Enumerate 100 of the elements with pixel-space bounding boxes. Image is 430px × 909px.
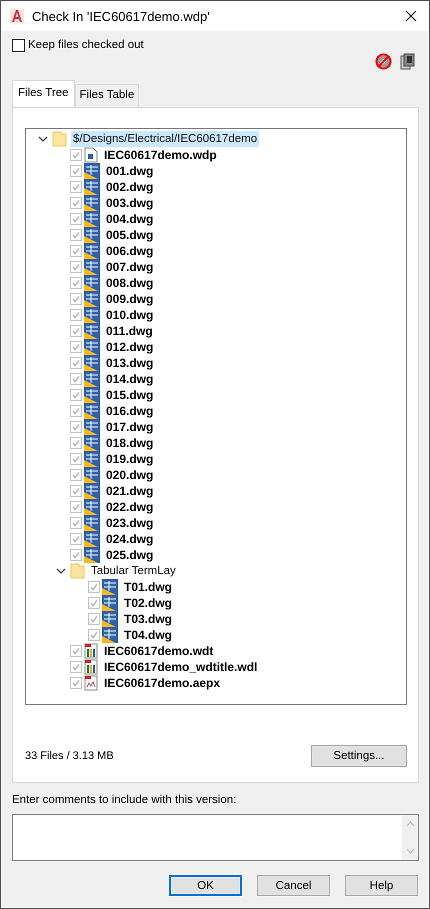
drawing-file-icon [102, 595, 118, 611]
tree-item[interactable]: 009.dwg [104, 291, 156, 307]
checkbox[interactable] [88, 629, 100, 641]
dialog-button[interactable]: Cancel [257, 875, 330, 896]
project-file-icon [84, 147, 98, 163]
tree-item[interactable]: 016.dwg [104, 403, 156, 419]
tree-item[interactable]: 008.dwg [104, 275, 156, 291]
checkbox[interactable] [70, 373, 82, 385]
checkbox[interactable] [70, 533, 82, 545]
tree-item[interactable]: 023.dwg [104, 515, 156, 531]
drawing-file-icon [84, 403, 100, 419]
tree-item[interactable]: 004.dwg [104, 211, 156, 227]
tree-item[interactable]: 020.dwg [104, 467, 156, 483]
checkbox[interactable] [70, 405, 82, 417]
tree-item[interactable]: 022.dwg [104, 499, 156, 515]
tree-item[interactable]: 003.dwg [104, 195, 156, 211]
checkbox[interactable] [70, 469, 82, 481]
checkbox[interactable] [70, 229, 82, 241]
chevron-icon[interactable] [38, 136, 48, 142]
checkbox[interactable] [70, 181, 82, 193]
checkbox[interactable] [70, 421, 82, 433]
checkbox[interactable] [70, 437, 82, 449]
tree-item[interactable]: 011.dwg [104, 323, 155, 339]
scroll-up-icon[interactable] [406, 821, 414, 827]
tree-item[interactable]: 002.dwg [104, 179, 156, 195]
drawing-file-icon [102, 579, 118, 595]
tree-item[interactable]: 015.dwg [104, 387, 156, 403]
tree-item[interactable]: 006.dwg [104, 243, 156, 259]
checkbox[interactable] [70, 261, 82, 273]
drawing-file-icon [84, 467, 100, 483]
checkbox[interactable] [70, 485, 82, 497]
comments-label: Enter comments to include with this version: [12, 794, 238, 808]
tree-item[interactable]: T02.dwg [122, 595, 174, 611]
tree-item[interactable]: 013.dwg [104, 355, 156, 371]
folder-icon [52, 131, 67, 147]
checkbox[interactable] [70, 549, 82, 561]
dialog-button[interactable]: Help [345, 875, 418, 896]
checkbox[interactable] [70, 213, 82, 225]
checkbox[interactable] [70, 149, 82, 161]
tree-item[interactable]: 014.dwg [104, 371, 156, 387]
tree-item[interactable]: 021.dwg [104, 483, 156, 499]
checkbox[interactable] [70, 645, 82, 657]
tree-item[interactable]: T03.dwg [122, 611, 174, 627]
checkbox[interactable] [70, 197, 82, 209]
checkbox[interactable] [70, 453, 82, 465]
checkbox[interactable] [70, 357, 82, 369]
window-title: Check In 'IEC60617demo.wdp' [32, 8, 211, 24]
checkbox[interactable] [88, 613, 100, 625]
checkbox[interactable] [70, 389, 82, 401]
close-icon[interactable] [405, 10, 417, 22]
dialog-button[interactable]: OK [169, 875, 242, 896]
tree-item[interactable]: IEC60617demo.aepx [102, 675, 222, 691]
tree-item[interactable]: 017.dwg [104, 419, 156, 435]
checkbox[interactable] [70, 293, 82, 305]
drawing-file-icon [84, 451, 100, 467]
keep-checked-out-checkbox[interactable]: Keep files checked out [12, 39, 144, 53]
settings-button[interactable]: Settings... [311, 745, 407, 767]
tree-item[interactable]: Tabular TermLay [89, 563, 178, 579]
checkbox[interactable] [70, 325, 82, 337]
scroll-down-icon[interactable] [406, 848, 414, 854]
tree-item[interactable]: IEC60617demo.wdp [102, 147, 219, 163]
chevron-icon[interactable] [56, 568, 66, 574]
tree-item[interactable]: 007.dwg [104, 259, 156, 275]
tree-item[interactable]: 025.dwg [104, 547, 156, 563]
tree-item[interactable]: 010.dwg [104, 307, 156, 323]
checkbox[interactable] [70, 501, 82, 513]
document-icon[interactable] [400, 53, 415, 70]
tree-item[interactable]: $/Designs/Electrical/IEC60617demo [71, 131, 260, 147]
checkbox[interactable] [70, 341, 82, 353]
tree-item[interactable]: 019.dwg [104, 451, 156, 467]
tree-item[interactable]: T01.dwg [122, 579, 174, 595]
drawing-file-icon [84, 419, 100, 435]
bar-file-icon [84, 643, 98, 659]
checkbox[interactable] [70, 677, 82, 689]
checkbox[interactable] [70, 165, 82, 177]
checkbox[interactable] [70, 277, 82, 289]
tree-item[interactable]: IEC60617demo.wdt [102, 643, 216, 659]
tree-item[interactable]: 005.dwg [104, 227, 156, 243]
tree-item[interactable]: 001.dwg [104, 163, 156, 179]
drawing-file-icon [84, 547, 100, 563]
drawing-file-icon [84, 371, 100, 387]
tree-item[interactable]: 024.dwg [104, 531, 156, 547]
chart-file-icon [84, 675, 98, 691]
checkbox[interactable] [70, 517, 82, 529]
checkbox[interactable] [70, 309, 82, 321]
tab[interactable]: Files Table [74, 84, 140, 107]
drawing-file-icon [84, 307, 100, 323]
tree-item[interactable]: 012.dwg [104, 339, 156, 355]
scrollbar[interactable] [402, 815, 418, 860]
tree-item[interactable]: T04.dwg [122, 627, 174, 643]
tab[interactable]: Files Tree [12, 80, 74, 107]
checkbox[interactable] [70, 245, 82, 257]
tree-item[interactable]: 018.dwg [104, 435, 156, 451]
checkbox[interactable] [88, 597, 100, 609]
comments-field[interactable] [12, 814, 419, 861]
no-entry-icon[interactable] [375, 53, 392, 70]
checkbox[interactable] [88, 581, 100, 593]
drawing-file-icon [84, 515, 100, 531]
checkbox[interactable] [70, 661, 82, 673]
tree-item[interactable]: IEC60617demo_wdtitle.wdl [102, 659, 260, 675]
